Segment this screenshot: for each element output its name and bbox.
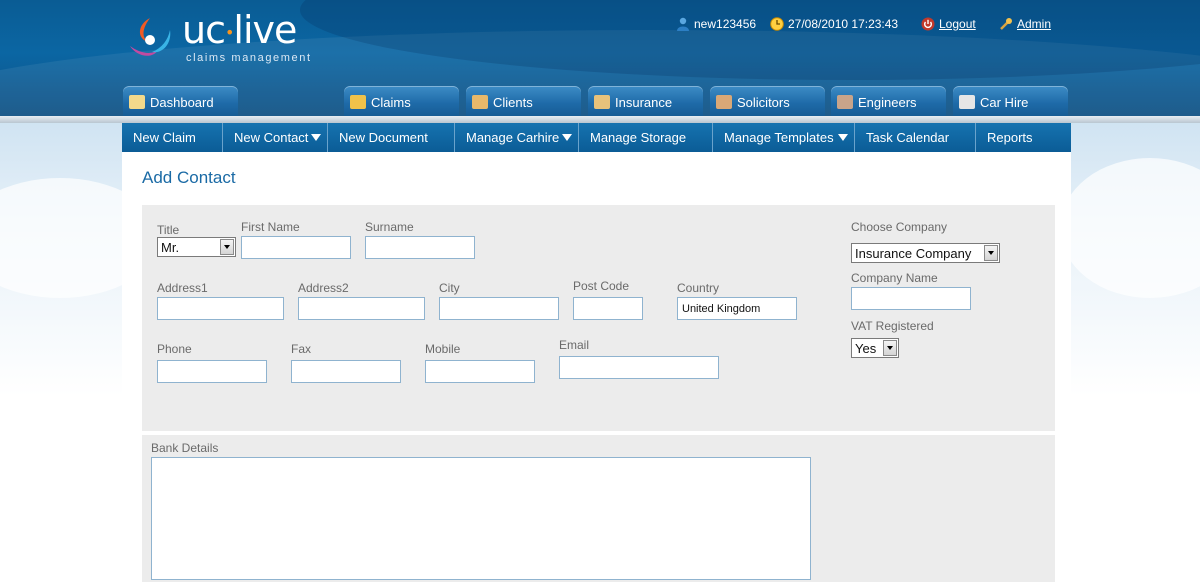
subnav-manage-storage[interactable]: Manage Storage [579, 123, 713, 152]
chevron-down-icon [220, 239, 234, 255]
address1-label: Address1 [157, 281, 208, 295]
company-name-field[interactable] [851, 287, 971, 310]
subnav-manage-carhire[interactable]: Manage Carhire [455, 123, 579, 152]
engineers-icon [837, 95, 853, 109]
choose-company-label: Choose Company [851, 220, 948, 234]
admin-link[interactable]: Admin [1017, 17, 1051, 31]
title-select[interactable]: Mr. [157, 237, 236, 257]
user-icon [677, 17, 689, 31]
subnav-manage-templates[interactable]: Manage Templates [713, 123, 855, 152]
logout-link[interactable]: Logout [939, 17, 976, 31]
insurance-icon [594, 95, 610, 109]
car-icon [959, 95, 975, 109]
mobile-field[interactable] [425, 360, 535, 383]
chevron-down-icon [562, 134, 572, 141]
address1-field[interactable] [157, 297, 284, 320]
vat-registered-label: VAT Registered [851, 319, 934, 333]
clients-icon [472, 95, 488, 109]
tab-divider-strip [0, 116, 1200, 123]
mobile-label: Mobile [425, 342, 461, 356]
surname-field[interactable] [365, 236, 475, 259]
email-label: Email [559, 338, 590, 352]
choose-company-select[interactable]: Insurance Company [851, 243, 1000, 263]
tab-clients[interactable]: Clients [466, 86, 581, 118]
datetime-text: 27/08/2010 17:23:43 [788, 17, 899, 31]
content-area: Add Contact Title Mr. First Name Surname… [122, 152, 1071, 582]
subnav-new-contact[interactable]: New Contact [223, 123, 328, 152]
vat-registered-select[interactable]: Yes [851, 338, 899, 358]
chevron-down-icon [984, 245, 998, 261]
bank-details-label: Bank Details [151, 441, 219, 455]
bank-details-panel: Bank Details [142, 435, 1055, 582]
subnav-new-document[interactable]: New Document [328, 123, 455, 152]
tab-car-hire[interactable]: Car Hire [953, 86, 1068, 118]
username-text: new123456 [694, 17, 757, 31]
solicitors-icon [716, 95, 732, 109]
power-icon [921, 17, 935, 31]
city-label: City [439, 281, 460, 295]
fax-label: Fax [291, 342, 312, 356]
sub-navigation: New Claim New Contact New Document Manag… [122, 123, 1071, 152]
first-name-field[interactable] [241, 236, 351, 259]
surname-label: Surname [365, 220, 414, 234]
tab-solicitors[interactable]: Solicitors [710, 86, 825, 118]
address2-label: Address2 [298, 281, 349, 295]
dashboard-icon [129, 95, 145, 109]
clock-icon [770, 17, 784, 31]
fax-field[interactable] [291, 360, 401, 383]
subnav-reports[interactable]: Reports [976, 123, 1071, 152]
post-code-field[interactable] [573, 297, 643, 320]
bank-details-textarea[interactable] [151, 457, 811, 580]
logo-wordmark: uc•live [182, 8, 297, 52]
contact-form-panel: Title Mr. First Name Surname Address1 Ad… [142, 205, 1055, 431]
logo-swirl-icon [130, 18, 171, 56]
chevron-down-icon [883, 340, 897, 356]
admin-tools-icon [1000, 18, 1012, 30]
subnav-new-claim[interactable]: New Claim [122, 123, 223, 152]
page-title: Add Contact [142, 168, 236, 187]
chevron-down-icon [311, 134, 321, 141]
country-label: Country [677, 281, 720, 295]
phone-label: Phone [157, 342, 192, 356]
first-name-label: First Name [241, 220, 300, 234]
title-label: Title [157, 223, 180, 237]
post-code-label: Post Code [573, 279, 630, 293]
country-field[interactable] [677, 297, 797, 320]
company-name-label: Company Name [851, 271, 938, 285]
tab-insurance[interactable]: Insurance [588, 86, 703, 118]
tab-dashboard[interactable]: Dashboard [123, 86, 238, 118]
city-field[interactable] [439, 297, 559, 320]
address2-field[interactable] [298, 297, 425, 320]
chevron-down-icon [838, 134, 848, 141]
claims-folder-icon [350, 95, 366, 109]
subnav-task-calendar[interactable]: Task Calendar [855, 123, 976, 152]
tab-engineers[interactable]: Engineers [831, 86, 946, 118]
logo-tagline: claims management [186, 52, 312, 64]
email-field[interactable] [559, 356, 719, 379]
tab-claims[interactable]: Claims [344, 86, 459, 118]
phone-field[interactable] [157, 360, 267, 383]
